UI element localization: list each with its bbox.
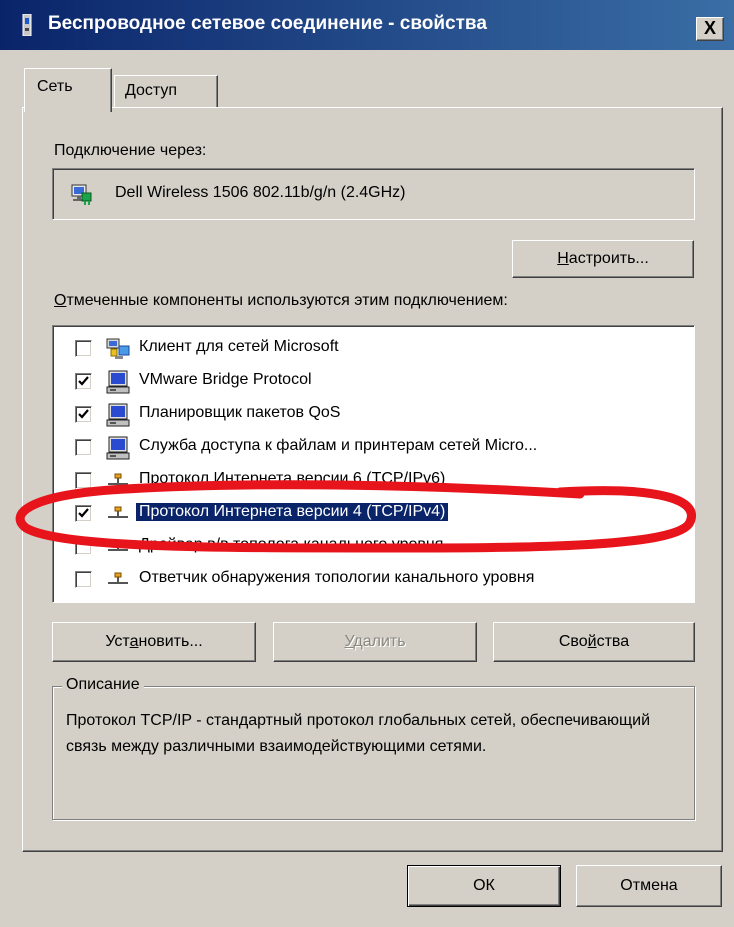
list-item-lltd-responder[interactable]: Ответчик обнаружения топологии канальног…: [53, 563, 694, 596]
component-label: Клиент для сетей Microsoft: [139, 338, 339, 355]
protocol-icon: [108, 506, 128, 518]
list-item-ipv4[interactable]: Протокол Интернета версии 4 (TCP/IPv4): [53, 497, 694, 530]
list-item-file-sharing[interactable]: Служба доступа к файлам и принтерам сете…: [53, 431, 694, 464]
list-item-qos[interactable]: Планировщик пакетов QoS: [53, 398, 694, 431]
list-item-ms-client[interactable]: Клиент для сетей Microsoft: [53, 332, 694, 365]
network-icon: [22, 14, 32, 36]
network-service-icon: [106, 436, 130, 460]
component-checkbox[interactable]: [75, 472, 92, 489]
window-title: Беспроводное сетевое соединение - свойст…: [48, 13, 487, 34]
adapter-field: Dell Wireless 1506 802.11b/g/n (2.4GHz): [52, 168, 695, 220]
checkmark-icon: [78, 409, 89, 419]
protocol-icon: [108, 473, 128, 485]
component-checkbox[interactable]: [75, 571, 92, 588]
ok-button[interactable]: ОК: [407, 865, 561, 907]
adapter-name: Dell Wireless 1506 802.11b/g/n (2.4GHz): [115, 184, 406, 201]
network-service-icon: [106, 370, 130, 394]
network-client-icon: [106, 338, 130, 359]
protocol-icon: [108, 572, 128, 584]
connect-using-label: Подключение через:: [54, 142, 207, 159]
component-label: VMware Bridge Protocol: [139, 371, 312, 388]
list-item-vmware-bridge[interactable]: VMware Bridge Protocol: [53, 365, 694, 398]
checkmark-icon: [78, 508, 89, 518]
tab-network[interactable]: Сеть: [24, 68, 112, 112]
components-list[interactable]: Клиент для сетей Microsoft VMware Bridge…: [52, 325, 695, 603]
component-checkbox[interactable]: [75, 340, 92, 357]
network-service-icon: [106, 403, 130, 427]
components-label: Отмеченные компоненты используются этим …: [54, 292, 508, 309]
component-checkbox[interactable]: [75, 406, 92, 423]
component-checkbox[interactable]: [75, 505, 92, 522]
component-checkbox[interactable]: [75, 538, 92, 555]
component-label: Ответчик обнаружения топологии канальног…: [139, 569, 535, 586]
component-checkbox[interactable]: [75, 373, 92, 390]
cancel-button[interactable]: Отмена: [576, 865, 722, 907]
list-item-lltd-mapper[interactable]: Драйвер в/в тополога канального уровня: [53, 530, 694, 563]
title-bar: Беспроводное сетевое соединение - свойст…: [0, 0, 734, 50]
install-button[interactable]: Установить...: [52, 622, 256, 662]
component-checkbox[interactable]: [75, 439, 92, 456]
close-button[interactable]: X: [696, 17, 724, 41]
component-label: Драйвер в/в тополога канального уровня: [139, 536, 444, 553]
tab-sharing[interactable]: Доступ: [114, 75, 218, 107]
uninstall-button[interactable]: Удалить: [273, 622, 477, 662]
component-label: Протокол Интернета версии 6 (TCP/IPv6): [139, 470, 446, 487]
description-text: Протокол TCP/IP - стандартный протокол г…: [66, 712, 650, 755]
protocol-icon: [108, 539, 128, 551]
list-item-ipv6[interactable]: Протокол Интернета версии 6 (TCP/IPv6): [53, 464, 694, 497]
description-legend: Описание: [62, 676, 144, 694]
checkmark-icon: [78, 376, 89, 386]
component-label: Планировщик пакетов QoS: [139, 404, 341, 421]
component-label: Служба доступа к файлам и принтерам сете…: [139, 437, 538, 454]
properties-button[interactable]: Свойства: [493, 622, 695, 662]
network-adapter-icon: [71, 184, 92, 205]
configure-button[interactable]: Настроить...: [512, 240, 694, 278]
component-label: Протокол Интернета версии 4 (TCP/IPv4): [134, 502, 450, 522]
